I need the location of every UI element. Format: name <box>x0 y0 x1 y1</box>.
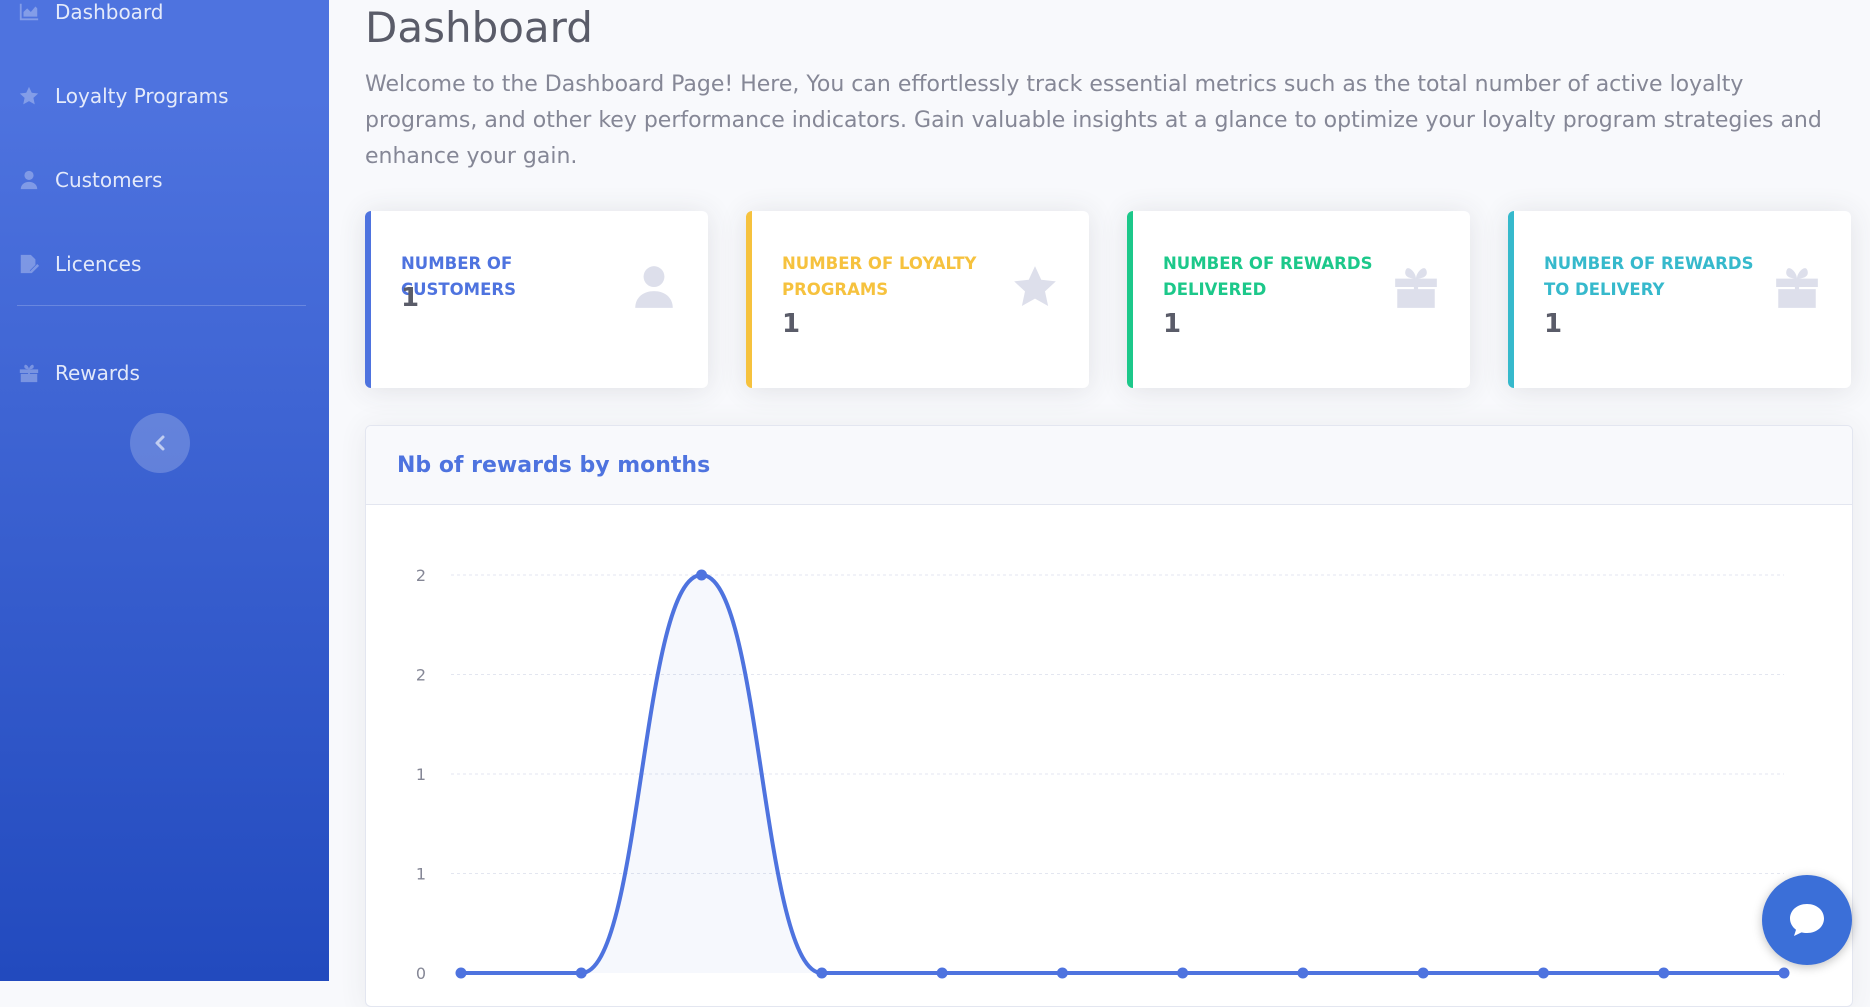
data-point <box>1056 967 1068 979</box>
chart-title: Nb of rewards by months <box>397 452 711 478</box>
card-accent-bar <box>1127 211 1133 388</box>
chat-button[interactable] <box>1762 875 1852 965</box>
sidebar-item-customers[interactable]: Customers <box>0 155 329 205</box>
sidebar-item-label: Customers <box>55 168 163 192</box>
sidebar-item-rewards[interactable]: Rewards <box>0 348 329 398</box>
star-icon <box>1009 261 1061 313</box>
card-loyalty-programs: NUMBER OF LOYALTY PROGRAMS 1 <box>746 211 1089 388</box>
data-point <box>1778 967 1790 979</box>
data-point <box>816 967 828 979</box>
card-value: 1 <box>401 283 420 313</box>
sidebar-item-licences[interactable]: Licences <box>0 239 329 289</box>
card-rewards-delivered: NUMBER OF REWARDS DELIVERED 1 <box>1127 211 1470 388</box>
user-icon <box>17 168 41 192</box>
data-point <box>696 569 708 581</box>
chart-card-header: Nb of rewards by months <box>366 426 1852 505</box>
page-title: Dashboard <box>365 3 593 52</box>
card-label: NUMBER OF LOYALTY PROGRAMS <box>782 254 977 299</box>
page-intro: Welcome to the Dashboard Page! Here, You… <box>365 72 1822 169</box>
sidebar-item-dashboard[interactable]: Dashboard <box>0 0 329 37</box>
card-accent-bar <box>365 211 371 388</box>
card-value: 1 <box>782 309 801 339</box>
chart-area-icon <box>17 0 41 24</box>
card-rewards-to-delivery: NUMBER OF REWARDS TO DELIVERY 1 <box>1508 211 1851 388</box>
card-accent-bar <box>1508 211 1514 388</box>
chat-bubble-icon <box>1790 904 1824 936</box>
card-label: NUMBER OF REWARDS TO DELIVERY <box>1544 254 1754 299</box>
data-point <box>455 967 467 979</box>
sidebar-item-label: Dashboard <box>55 0 164 24</box>
sidebar-item-label: Loyalty Programs <box>55 84 229 108</box>
card-value: 1 <box>1544 309 1563 339</box>
y-tick-label: 1 <box>416 865 426 884</box>
sidebar-item-label: Rewards <box>55 361 140 385</box>
y-tick-label: 0 <box>416 964 426 983</box>
gift-icon <box>1390 261 1442 313</box>
user-icon <box>628 261 680 313</box>
sidebar-item-label: Licences <box>55 252 142 276</box>
sidebar-item-loyalty-programs[interactable]: Loyalty Programs <box>0 71 329 121</box>
card-label: NUMBER OF CUSTOMERS <box>401 254 516 299</box>
y-tick-label: 2 <box>416 666 426 685</box>
sidebar-toggle-button[interactable] <box>130 413 190 473</box>
data-point <box>1177 967 1189 979</box>
chevron-left-icon <box>155 435 165 451</box>
card-accent-bar <box>746 211 752 388</box>
card-value: 1 <box>1163 309 1182 339</box>
card-label: NUMBER OF REWARDS DELIVERED <box>1163 254 1373 299</box>
star-icon <box>17 84 41 108</box>
y-tick-label: 1 <box>416 765 426 784</box>
gift-icon <box>1771 261 1823 313</box>
gift-icon <box>17 361 41 385</box>
sidebar-divider <box>17 305 306 306</box>
data-point <box>1537 967 1549 979</box>
data-point <box>936 967 948 979</box>
data-point <box>1417 967 1429 979</box>
data-point <box>1658 967 1670 979</box>
chart-card: Nb of rewards by months 0 1 1 2 2 <box>365 425 1853 1007</box>
sidebar: Dashboard Loyalty Programs Customers Lic… <box>0 0 329 981</box>
card-customers: NUMBER OF CUSTOMERS 1 <box>365 211 708 388</box>
data-point <box>1297 967 1309 979</box>
file-signature-icon <box>17 252 41 276</box>
rewards-line-chart: 0 1 1 2 2 <box>416 566 1790 983</box>
data-point <box>575 967 587 979</box>
y-tick-label: 2 <box>416 566 426 585</box>
